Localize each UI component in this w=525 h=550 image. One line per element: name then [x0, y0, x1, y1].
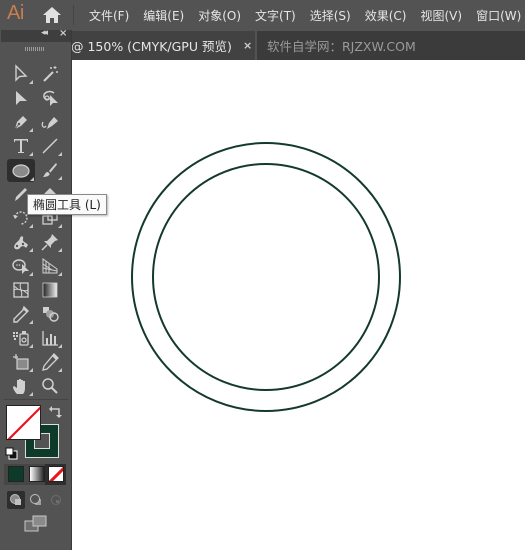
shape-builder-icon — [12, 259, 29, 274]
screen-mode-icon — [24, 515, 47, 532]
draw-behind-icon — [30, 494, 41, 505]
direct-selection-icon — [15, 64, 28, 82]
none-slash-icon — [7, 406, 40, 439]
menu-window[interactable]: 窗口(W) — [476, 7, 521, 24]
pen-tool[interactable] — [8, 111, 34, 133]
toolbox-divider — [4, 399, 68, 400]
type-t-icon — [14, 139, 28, 153]
mesh-tool[interactable] — [8, 279, 34, 301]
draw-normal-button[interactable] — [7, 491, 25, 509]
zoom-tool[interactable] — [37, 375, 63, 397]
menu-items: 文件(F) 编辑(E) 对象(O) 文字(T) 选择(S) 效果(C) 视图(V… — [89, 0, 525, 30]
hand-icon — [13, 379, 25, 394]
mesh-icon — [13, 282, 29, 298]
perspective-grid-tool[interactable] — [37, 255, 63, 277]
eyedropper-icon — [13, 305, 29, 323]
slice-tool[interactable] — [37, 351, 63, 373]
symbol-sprayer-tool[interactable] — [8, 327, 34, 349]
artboard-icon — [13, 354, 29, 370]
blend-tool[interactable] — [37, 303, 63, 325]
shape-builder-tool[interactable] — [8, 255, 34, 277]
perspective-grid-icon — [42, 258, 58, 274]
curvature-pen-icon — [41, 117, 58, 129]
selection-tool[interactable] — [8, 87, 34, 109]
direct-selection-tool[interactable] — [8, 63, 34, 85]
pin-tool[interactable] — [37, 231, 63, 253]
menu-object[interactable]: 对象(O) — [198, 7, 241, 24]
line-segment-tool[interactable] — [37, 135, 63, 157]
menu-bar: Ai 文件(F) 编辑(E) 对象(O) 文字(T) 选择(S) 效果(C) 视… — [0, 0, 525, 30]
draw-behind-button[interactable] — [27, 491, 45, 509]
tool-tooltip: 椭圆工具 (L) — [27, 194, 107, 215]
slice-knife-icon — [42, 353, 59, 371]
swap-fill-stroke-icon[interactable] — [49, 404, 63, 418]
lasso-tool[interactable] — [37, 87, 63, 109]
none-slash-icon — [49, 467, 63, 481]
artboard-tool[interactable] — [8, 351, 34, 373]
collapse-icon[interactable]: ◂◂ — [41, 28, 48, 38]
toolbox-header[interactable]: ◂◂ × — [1, 28, 71, 42]
pushpin-icon — [41, 234, 58, 251]
document-tab-bar: @ 150% (CMYK/GPU 预览) × 软件自学网：RJZXW.COM — [0, 30, 525, 60]
column-graph-icon — [42, 331, 58, 346]
tab-inactive-document[interactable]: 软件自学网：RJZXW.COM — [257, 31, 525, 60]
type-tool[interactable] — [8, 135, 34, 157]
menu-edit[interactable]: 编辑(E) — [143, 7, 184, 24]
ellipse-icon — [12, 163, 30, 178]
paintbrush-tool[interactable] — [37, 159, 63, 181]
menu-separator — [73, 5, 74, 25]
selection-arrow-icon — [16, 91, 27, 105]
line-segment-icon — [42, 138, 58, 154]
draw-normal-icon — [10, 494, 21, 505]
gradient-icon — [42, 282, 58, 298]
magnifier-icon — [42, 378, 58, 394]
paintbrush-icon — [43, 163, 57, 177]
magic-wand-tool[interactable] — [37, 63, 63, 85]
inner-circle[interactable] — [152, 163, 380, 391]
color-button[interactable] — [8, 466, 24, 482]
app-logo: Ai — [7, 2, 24, 24]
symbol-sprayer-icon — [13, 331, 29, 346]
hand-tool[interactable] — [8, 375, 34, 397]
drag-grip[interactable] — [25, 47, 45, 51]
close-icon[interactable]: × — [59, 28, 67, 39]
menu-select[interactable]: 选择(S) — [310, 7, 351, 24]
artboard-canvas[interactable] — [73, 60, 525, 550]
curvature-tool[interactable] — [37, 111, 63, 133]
menu-effect[interactable]: 效果(C) — [365, 7, 407, 24]
fill-swatch[interactable] — [6, 405, 41, 440]
none-button[interactable] — [48, 466, 64, 482]
menu-type[interactable]: 文字(T) — [255, 7, 296, 24]
lasso-icon — [43, 90, 58, 106]
tab-label: @ 150% (CMYK/GPU 预览) — [71, 39, 232, 54]
menu-file[interactable]: 文件(F) — [89, 7, 129, 24]
home-icon[interactable] — [41, 5, 63, 25]
tab-active-document[interactable]: @ 150% (CMYK/GPU 预览) × — [71, 31, 255, 60]
tab-label: 软件自学网：RJZXW.COM — [267, 39, 416, 54]
gradient-tool[interactable] — [37, 279, 63, 301]
default-fill-stroke-icon[interactable] — [5, 445, 18, 460]
gradient-button[interactable] — [29, 466, 45, 482]
outer-circle[interactable] — [131, 142, 401, 412]
puppet-warp-icon — [14, 236, 28, 250]
draw-inside-icon — [51, 495, 61, 505]
artwork — [131, 142, 401, 412]
screen-mode-button[interactable] — [24, 515, 48, 533]
illustrator-window: Ai 文件(F) 编辑(E) 对象(O) 文字(T) 选择(S) 效果(C) 视… — [0, 0, 525, 550]
pen-nib-icon — [14, 116, 27, 130]
blend-icon — [43, 307, 59, 322]
close-icon[interactable]: × — [243, 39, 252, 52]
eyedropper-tool[interactable] — [8, 303, 34, 325]
puppet-warp-tool[interactable] — [8, 231, 34, 253]
column-graph-tool[interactable] — [37, 327, 63, 349]
ellipse-tool[interactable] — [7, 159, 35, 182]
magic-wand-icon — [43, 66, 58, 82]
draw-inside-button[interactable] — [47, 491, 65, 509]
menu-view[interactable]: 视图(V) — [420, 7, 462, 24]
